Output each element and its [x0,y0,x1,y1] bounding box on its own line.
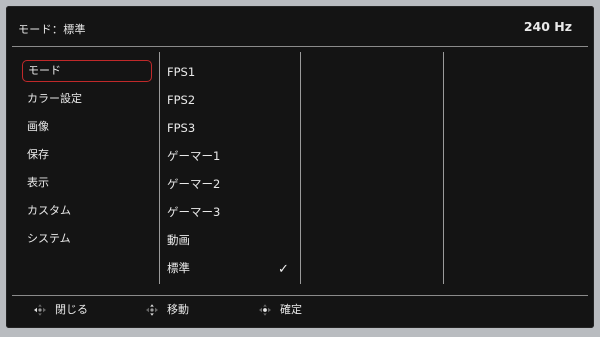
move-label: 移動 [167,303,189,316]
menu-item-label: 保存 [27,148,49,161]
option-label: ゲーマー2 [167,177,221,191]
option-label: 標準 [167,261,190,275]
option-gamer1[interactable]: ゲーマー1 [167,145,295,167]
footer-divider [12,295,588,296]
confirm-label: 確定 [280,303,302,316]
option-label: ゲーマー1 [167,149,221,163]
refresh-rate-readout: 240 Hz [523,19,572,34]
menu-item-color-settings[interactable]: カラー設定 [22,88,152,110]
option-fps3[interactable]: FPS3 [167,117,295,139]
option-fps1[interactable]: FPS1 [167,61,295,83]
osd-title: モード：標準 [18,23,86,36]
dpad-center-icon [259,304,271,316]
option-label: ゲーマー3 [167,205,221,219]
column-divider-2 [300,52,301,284]
menu-item-label: モード [28,64,61,77]
option-gamer3[interactable]: ゲーマー3 [167,201,295,223]
menu-item-image[interactable]: 画像 [22,116,152,138]
option-standard[interactable]: 標準 [167,257,295,279]
close-label: 閉じる [55,303,88,316]
menu-item-custom[interactable]: カスタム [22,200,152,222]
menu-item-label: 画像 [27,120,49,133]
osd-header: モード：標準 240 Hz [6,6,594,46]
menu-item-label: 表示 [27,176,49,189]
menu-item-system[interactable]: システム [22,228,152,250]
header-divider [12,46,588,47]
option-label: FPS3 [167,121,196,135]
option-fps2[interactable]: FPS2 [167,89,295,111]
option-label: FPS2 [167,93,196,107]
option-label: 動画 [167,233,190,247]
menu-item-mode[interactable]: モード [22,60,152,82]
dpad-updown-icon [146,304,158,316]
option-movie[interactable]: 動画 [167,229,295,251]
option-gamer2[interactable]: ゲーマー2 [167,173,295,195]
menu-item-label: カスタム [27,204,71,217]
option-label: FPS1 [167,65,196,79]
menu-item-display[interactable]: 表示 [22,172,152,194]
menu-item-label: システム [27,232,71,245]
monitor-osd-panel: モード：標準 240 Hz モード カラー設定 画像 保存 表示 カスタム シス… [6,6,594,328]
dpad-left-icon [34,304,46,316]
menu-item-label: カラー設定 [27,92,82,105]
checkmark-icon: ✓ [278,262,289,277]
column-divider-1 [159,52,160,284]
column-divider-3 [443,52,444,284]
menu-item-save[interactable]: 保存 [22,144,152,166]
